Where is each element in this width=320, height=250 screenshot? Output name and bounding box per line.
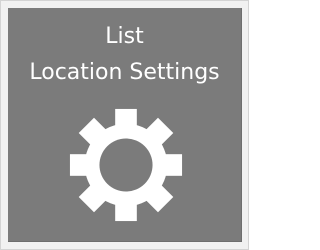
list-location-settings-tile[interactable]: List Location Settings: [8, 8, 242, 242]
tile-title-line-2: Location Settings: [29, 60, 220, 85]
tile-frame: List Location Settings: [0, 0, 249, 250]
gear-icon: [69, 108, 183, 222]
tile-title-line-1: List: [105, 24, 144, 49]
